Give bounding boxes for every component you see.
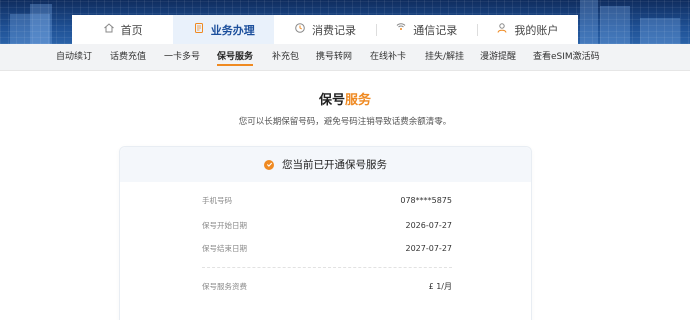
tab-label: 首页 xyxy=(120,23,143,37)
sub-item-sim-replacement[interactable]: 在线补卡 xyxy=(370,44,406,71)
row-phone-number: 手机号码 078****5875 xyxy=(202,193,452,207)
row-value: £ 1/月 xyxy=(428,281,452,291)
row-fee: 保号服务资费 £ 1/月 xyxy=(202,279,452,293)
tab-label: 我的账户 xyxy=(514,23,559,37)
row-value: 2027-07-27 xyxy=(405,243,453,253)
home-icon xyxy=(103,22,115,37)
tab-home[interactable]: 首页 xyxy=(72,15,173,44)
sub-item-add-on-pack[interactable]: 补充包 xyxy=(272,44,299,71)
sub-nav: 自动续订 话费充值 一卡多号 保号服务 补充包 携号转网 在线补卡 挂失/解挂 … xyxy=(0,44,690,71)
sub-item-number-retention[interactable]: 保号服务 xyxy=(217,44,254,71)
card-header: 您当前已开通保号服务 xyxy=(120,147,531,182)
document-icon xyxy=(193,22,205,37)
sub-item-esim-code[interactable]: 查看eSIM激活码 xyxy=(533,44,600,71)
tab-business[interactable]: 业务办理 xyxy=(173,15,275,44)
status-text: 您当前已开通保号服务 xyxy=(282,159,387,171)
row-start-date: 保号开始日期 2026-07-27 xyxy=(202,218,452,232)
signal-icon xyxy=(395,22,407,37)
user-icon xyxy=(496,22,508,37)
sub-item-auto-renew[interactable]: 自动续订 xyxy=(56,44,92,71)
title-main: 保号 xyxy=(318,93,345,108)
sub-item-report-loss[interactable]: 挂失/解挂 xyxy=(425,44,464,71)
row-label: 保号结束日期 xyxy=(202,243,247,253)
clock-coin-icon xyxy=(294,22,306,37)
title-accent: 服务 xyxy=(345,93,372,108)
row-label: 手机号码 xyxy=(202,195,232,205)
sub-item-multi-number[interactable]: 一卡多号 xyxy=(164,44,200,71)
sub-item-port-number[interactable]: 携号转网 xyxy=(316,44,352,71)
tab-label: 业务办理 xyxy=(210,23,255,37)
retention-status-card: 您当前已开通保号服务 手机号码 078****5875 保号开始日期 2026-… xyxy=(119,146,532,320)
row-label: 保号服务资费 xyxy=(202,281,247,291)
row-value: 078****5875 xyxy=(400,195,452,205)
page-description: 您可以长期保留号码，避免号码注销导致话费余额清零。 xyxy=(238,117,452,127)
tab-label: 消费记录 xyxy=(312,23,356,37)
page-title: 保号服务 xyxy=(0,89,690,108)
tab-consumption[interactable]: 消费记录 xyxy=(274,15,375,44)
row-end-date: 保号结束日期 2027-07-27 xyxy=(202,241,452,255)
row-label: 保号开始日期 xyxy=(202,220,247,230)
sub-item-recharge[interactable]: 话费充值 xyxy=(110,44,146,71)
main-nav: 首页 业务办理 消费记录 通信记录 我的账户 xyxy=(72,15,578,44)
row-value: 2026-07-27 xyxy=(405,220,453,230)
check-circle-icon xyxy=(264,159,274,170)
divider xyxy=(202,267,452,268)
tab-account[interactable]: 我的账户 xyxy=(476,15,578,44)
tab-communication[interactable]: 通信记录 xyxy=(375,15,477,44)
sub-item-roaming-alert[interactable]: 漫游提醒 xyxy=(480,44,516,71)
tab-label: 通信记录 xyxy=(413,23,458,37)
